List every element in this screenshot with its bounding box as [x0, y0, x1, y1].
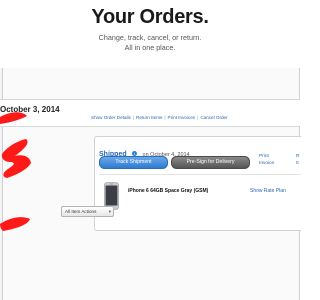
item-actions-dropdown[interactable]: All Item Actions ▾: [61, 206, 114, 217]
product-name[interactable]: iPhone 6 64GB Space Gray (GSM): [128, 188, 208, 194]
truncated-right-link[interactable]: R It: [296, 153, 299, 167]
subtitle-line-2: All in one place.: [124, 43, 176, 52]
shipment-card: Shipped i on October 4, 2014 Track Shipm…: [94, 136, 301, 231]
show-order-details-link[interactable]: Show Order Details: [91, 115, 131, 120]
order-date: October 3, 2014: [0, 105, 60, 114]
print-invoices-link[interactable]: Print Invoices: [168, 115, 196, 120]
print-invoice-line-2: Invoice: [259, 161, 275, 166]
page-subtitle: Change, track, cancel, or return. All in…: [0, 33, 300, 53]
order-links: Show Order Details | Return Items | Print In…: [91, 115, 228, 120]
truncated-right-link-bottom: It: [296, 161, 299, 166]
print-invoice-line-1: Print: [259, 154, 269, 159]
order-header-bar: October 3, 2014 Show Order Details | Retur…: [0, 99, 300, 127]
page: Your Orders. Change, track, cancel, or r…: [0, 0, 301, 300]
page-title: Your Orders.: [91, 6, 209, 28]
pre-sign-for-delivery-button[interactable]: Pre-Sign for Delivery: [171, 156, 250, 169]
return-items-link[interactable]: Return Items: [136, 115, 162, 120]
subtitle-line-1: Change, track, cancel, or return.: [98, 33, 202, 42]
show-rate-plan-link[interactable]: Show Rate Plan: [250, 188, 286, 194]
truncated-right-link-top: R: [296, 154, 300, 159]
item-actions-selected: All Item Actions: [65, 209, 97, 214]
page-header: Your Orders. Change, track, cancel, or r…: [0, 0, 300, 68]
card-divider: [99, 174, 301, 175]
chevron-down-icon: ▾: [108, 209, 111, 214]
cancel-order-link[interactable]: Cancel Order: [200, 115, 227, 120]
track-shipment-button[interactable]: Track Shipment: [99, 156, 168, 169]
print-invoice-link[interactable]: Print Invoice: [259, 153, 274, 167]
